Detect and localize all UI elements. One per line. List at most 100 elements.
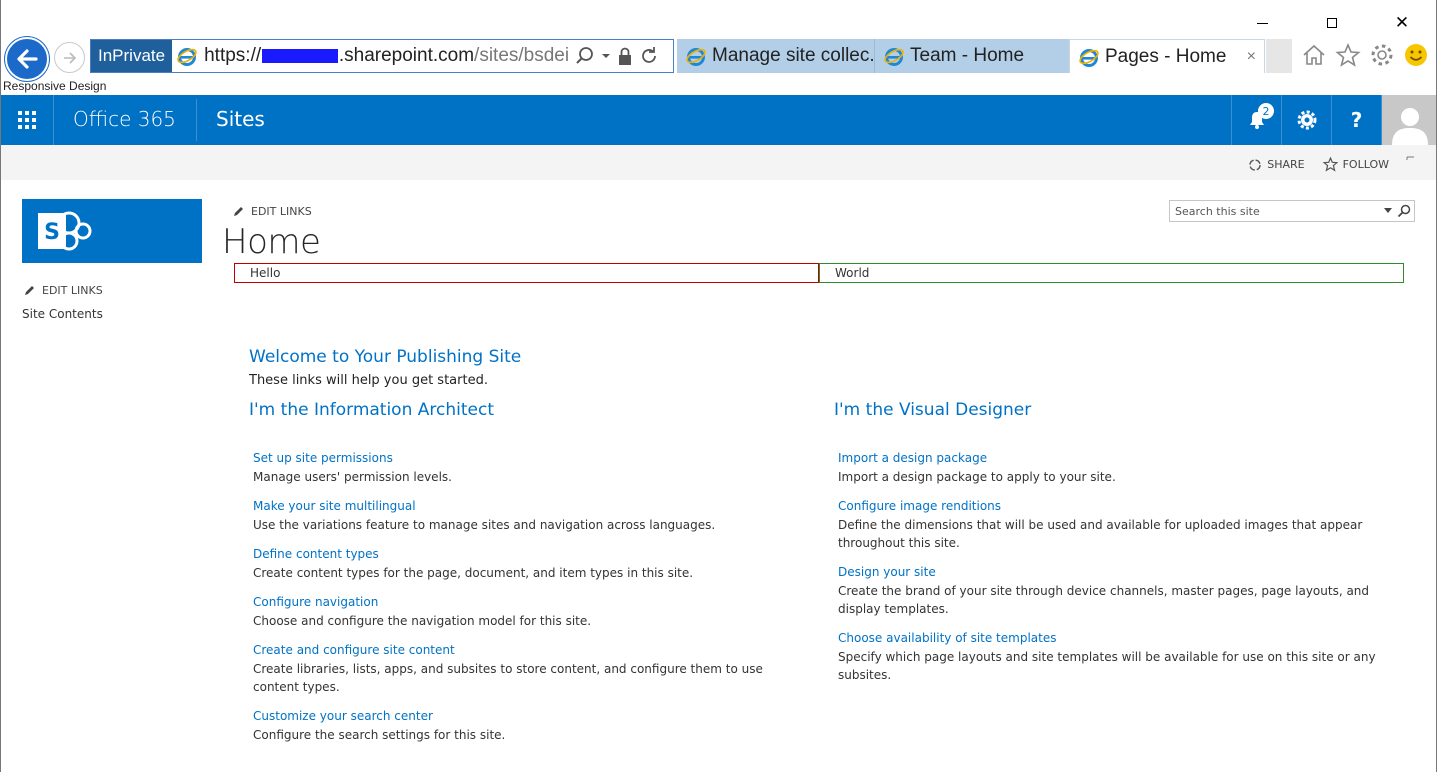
tab-team-home[interactable]: Team - Home — [874, 39, 1069, 73]
home-icon[interactable] — [1301, 42, 1327, 68]
create-configure-site-content-link[interactable]: Create and configure site content — [253, 642, 798, 659]
site-logo[interactable]: S — [22, 199, 202, 263]
list-item: Set up site permissions Manage users' pe… — [253, 450, 798, 486]
tab-label: Manage site collec... — [712, 45, 874, 66]
left-edit-links[interactable]: EDIT LINKS — [24, 284, 103, 297]
user-avatar[interactable] — [1381, 95, 1437, 145]
star-icon[interactable] — [1335, 42, 1361, 68]
tab-manage-site-collections[interactable]: Manage site collec... — [677, 39, 874, 73]
refresh-icon[interactable] — [639, 46, 659, 66]
forward-button[interactable] — [54, 42, 85, 73]
link-description: Create content types for the page, docum… — [253, 566, 694, 580]
choose-site-templates-link[interactable]: Choose availability of site templates — [838, 630, 1383, 647]
link-description: Use the variations feature to manage sit… — [253, 518, 716, 532]
welcome-title: Welcome to Your Publishing Site — [249, 347, 522, 367]
close-tab-icon[interactable]: × — [1247, 48, 1256, 66]
browser-nav-row: InPrivate https:// .sharepoint.com /site… — [0, 36, 1437, 81]
url-text[interactable]: https:// .sharepoint.com /sites/bsdei — [204, 45, 569, 67]
tab-pages-home[interactable]: Pages - Home × — [1069, 39, 1265, 73]
gear-icon[interactable] — [1369, 42, 1395, 68]
notification-badge: 2 — [1258, 103, 1274, 119]
inprivate-badge: InPrivate — [91, 40, 173, 72]
help-button[interactable]: ? — [1331, 95, 1381, 145]
information-architect-heading: I'm the Information Architect — [249, 400, 494, 420]
share-label: SHARE — [1267, 158, 1305, 171]
set-up-site-permissions-link[interactable]: Set up site permissions — [253, 450, 798, 467]
follow-button[interactable]: FOLLOW — [1322, 157, 1389, 172]
focus-on-content-icon[interactable] — [1406, 156, 1415, 165]
back-button[interactable] — [5, 37, 49, 81]
search-icon[interactable] — [1397, 204, 1411, 218]
sharepoint-logo: S — [38, 211, 92, 251]
tab-label: Pages - Home — [1105, 45, 1227, 67]
app-launcher-icon — [17, 111, 36, 129]
address-bar[interactable]: InPrivate https:// .sharepoint.com /site… — [90, 39, 674, 73]
internet-explorer-icon — [176, 45, 198, 67]
notifications-button[interactable]: 2 — [1231, 95, 1281, 145]
follow-label: FOLLOW — [1342, 158, 1389, 171]
edit-links-label: EDIT LINKS — [251, 205, 312, 218]
share-icon — [1249, 158, 1261, 171]
make-site-multilingual-link[interactable]: Make your site multilingual — [253, 498, 798, 515]
internet-explorer-icon — [685, 45, 707, 67]
search-icon[interactable] — [575, 46, 595, 66]
settings-button[interactable] — [1281, 95, 1331, 145]
information-architect-links: Set up site permissions Manage users' pe… — [253, 450, 798, 756]
welcome-subtitle: These links will help you get started. — [249, 373, 488, 388]
back-arrow-icon — [17, 49, 38, 69]
svg-text:S: S — [44, 220, 60, 245]
list-item: Configure image renditions Define the di… — [838, 498, 1383, 552]
dropdown-arrow-icon[interactable] — [601, 51, 611, 61]
window-controls: ✕ — [1227, 8, 1437, 38]
minimize-button[interactable] — [1227, 8, 1297, 38]
internet-explorer-icon — [883, 45, 905, 67]
list-item: Make your site multilingual Use the vari… — [253, 498, 798, 534]
suite-brand[interactable]: Office 365 — [73, 107, 176, 131]
share-button[interactable]: SHARE — [1248, 158, 1305, 172]
page-title: Home — [222, 222, 321, 262]
link-description: Create libraries, lists, apps, and subsi… — [253, 662, 763, 694]
smiley-icon[interactable] — [1403, 42, 1429, 68]
configure-navigation-link[interactable]: Configure navigation — [253, 594, 798, 611]
list-item: Define content types Create content type… — [253, 546, 798, 582]
internet-explorer-icon — [1078, 46, 1100, 68]
customize-search-center-link[interactable]: Customize your search center — [253, 708, 798, 725]
search-scope-dropdown-icon[interactable] — [1383, 207, 1393, 215]
link-description: Specify which page layouts and site temp… — [838, 650, 1376, 682]
link-description: Create the brand of your site through de… — [838, 584, 1370, 616]
suite-app-name[interactable]: Sites — [216, 107, 265, 131]
url-prefix: https:// — [204, 45, 262, 66]
link-description: Configure the search settings for this s… — [253, 728, 506, 742]
configure-image-renditions-link[interactable]: Configure image renditions — [838, 498, 1383, 515]
person-icon — [1391, 108, 1428, 145]
ribbon: SHARE FOLLOW — [0, 145, 1437, 180]
tab-label: Team - Home — [910, 45, 1025, 66]
edit-links-label: EDIT LINKS — [42, 284, 103, 297]
hello-cell: Hello — [234, 263, 819, 283]
world-cell: World — [819, 263, 1404, 283]
lock-icon[interactable] — [617, 46, 633, 66]
link-description: Manage users' permission levels. — [253, 470, 452, 484]
link-description: Choose and configure the navigation mode… — [253, 614, 592, 628]
list-item: Create and configure site content Create… — [253, 642, 798, 696]
maximize-button[interactable] — [1297, 8, 1367, 38]
redacted-block — [262, 49, 338, 63]
help-icon: ? — [1350, 108, 1363, 132]
url-domain: .sharepoint.com — [338, 45, 475, 66]
import-design-package-link[interactable]: Import a design package — [838, 450, 1383, 467]
list-item: Customize your search center Configure t… — [253, 708, 798, 744]
ribbon-actions: SHARE FOLLOW — [1248, 157, 1389, 172]
list-item: Design your site Create the brand of you… — [838, 564, 1383, 618]
pencil-icon — [25, 286, 34, 295]
design-your-site-link[interactable]: Design your site — [838, 564, 1383, 581]
search-input[interactable] — [1175, 204, 1365, 218]
list-item: Configure navigation Choose and configur… — [253, 594, 798, 630]
define-content-types-link[interactable]: Define content types — [253, 546, 798, 563]
link-description: Import a design package to apply to your… — [838, 470, 1116, 484]
app-launcher-button[interactable] — [0, 95, 54, 145]
new-tab-button[interactable] — [1266, 39, 1292, 73]
site-search — [1169, 200, 1415, 222]
left-nav-item-site-contents[interactable]: Site Contents — [22, 307, 103, 321]
top-edit-links[interactable]: EDIT LINKS — [233, 205, 312, 218]
close-window-button[interactable]: ✕ — [1367, 8, 1437, 38]
